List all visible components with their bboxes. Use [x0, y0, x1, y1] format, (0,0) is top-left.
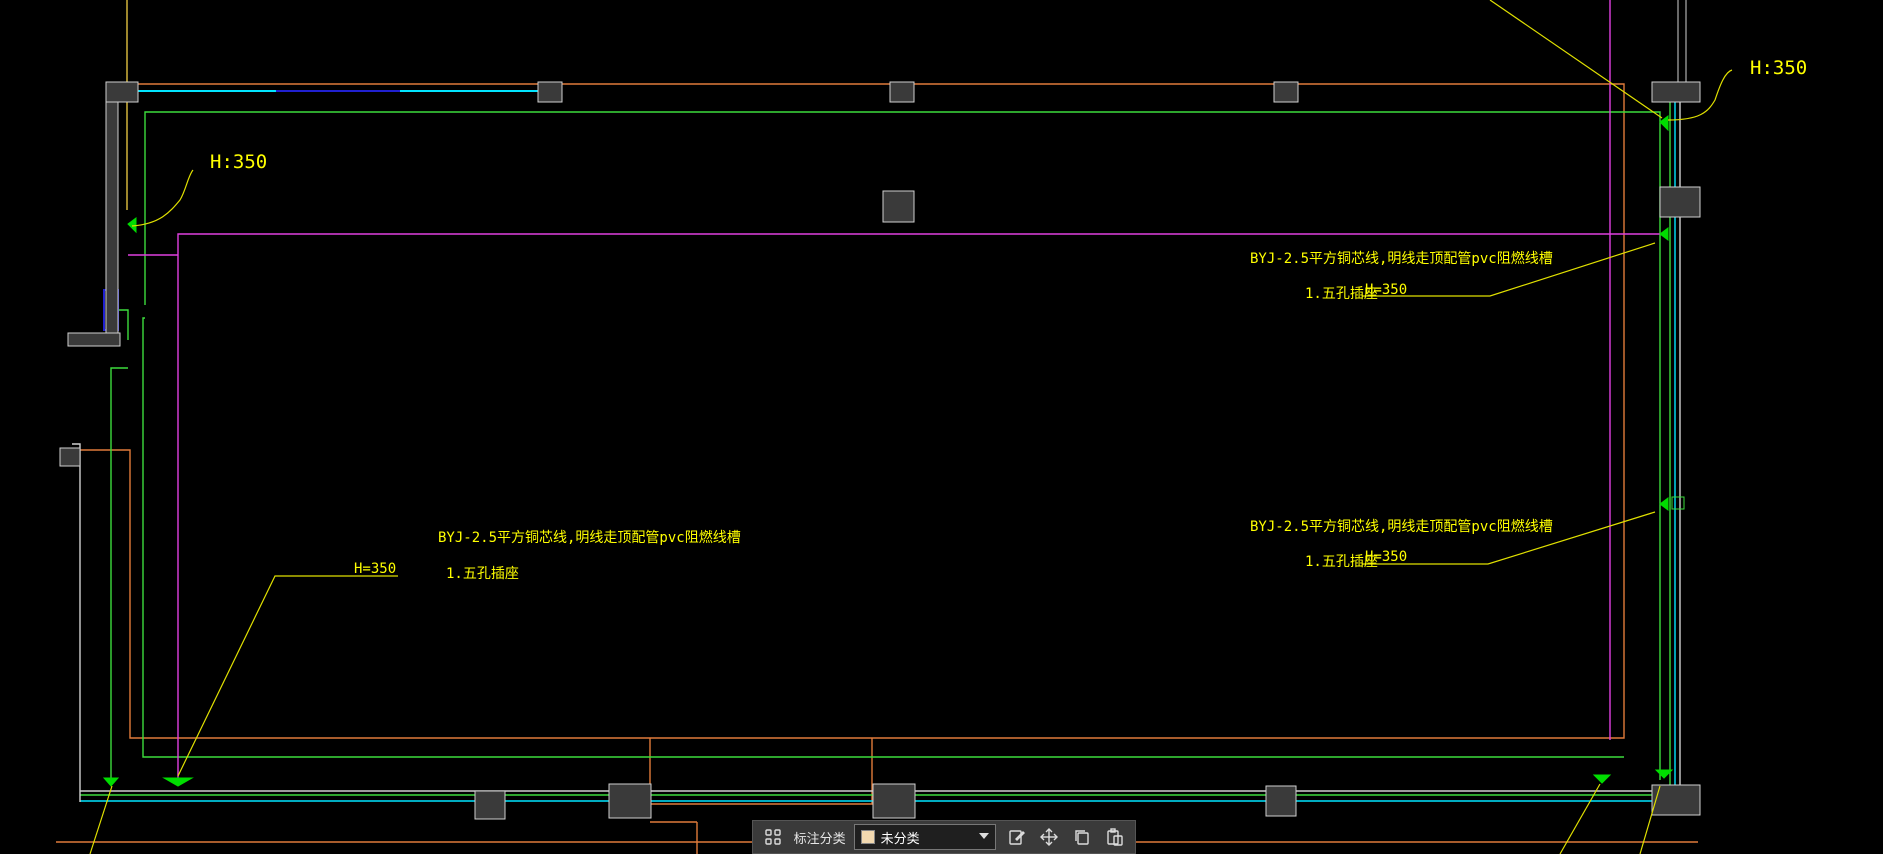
green-wiring — [72, 100, 1681, 802]
annotation-h-top-left: H:350 — [210, 151, 267, 173]
annotation-h-right-2: H=350 — [1365, 549, 1407, 565]
column-top-3 — [1273, 81, 1299, 103]
text-annotations: H:350 H:350 BYJ-2.5平方铜芯线,明线走顶配管pvc阻燃线槽 1… — [210, 57, 1807, 582]
green-left-drop — [110, 367, 128, 780]
paste-icon[interactable] — [1102, 824, 1127, 850]
walls-columns — [59, 0, 1701, 820]
category-label: 标注分类 — [793, 831, 846, 847]
magenta-wiring — [128, 0, 1660, 778]
socket-right-1-icon — [1659, 227, 1669, 241]
wall-left-vertical — [105, 101, 119, 343]
column-top-1 — [537, 81, 563, 103]
column-right-1 — [1659, 186, 1701, 218]
grid-icon[interactable] — [761, 824, 786, 850]
annotation-h-right-1: H=350 — [1365, 282, 1407, 298]
leader-bottom-1 — [89, 785, 113, 854]
column-left-mid — [59, 447, 81, 467]
orange-wiring — [56, 0, 1698, 854]
white-left-wall — [72, 443, 81, 802]
column-bottom-2 — [608, 783, 652, 819]
annotation-socket-left: 1.五孔插座 — [446, 566, 519, 582]
cad-drawing-canvas[interactable]: H:350 H:350 BYJ-2.5平方铜芯线,明线走顶配管pvc阻燃线槽 1… — [0, 0, 1883, 854]
column-bottom-4 — [1265, 785, 1297, 817]
socket-bottom-1-icon — [102, 777, 120, 787]
socket-bottom-3-icon — [1592, 774, 1612, 784]
column-bottom-3 — [872, 783, 916, 819]
category-select[interactable]: 未分类 — [853, 824, 997, 850]
orange-connector — [649, 738, 873, 805]
leader-left-curve — [131, 169, 194, 227]
column-top-right — [1651, 81, 1701, 103]
annotation-toolbar: 标注分类 未分类 — [752, 820, 1136, 854]
column-bottom-1 — [474, 790, 506, 820]
leader-top-right-diagonal — [1489, 0, 1663, 119]
socket-bottom-2-icon — [162, 777, 194, 787]
junction-box-right — [1671, 496, 1685, 510]
copy-icon[interactable] — [1070, 824, 1095, 850]
leader-lines — [89, 0, 1733, 854]
edit-icon[interactable] — [1004, 824, 1029, 850]
column-top-left — [105, 81, 139, 103]
column-top-2 — [889, 81, 915, 103]
window-line — [103, 90, 540, 331]
leader-left — [177, 575, 398, 777]
annotation-wire-right-1: BYJ-2.5平方铜芯线,明线走顶配管pvc阻燃线槽 — [1250, 250, 1553, 267]
orange-loop — [70, 83, 1625, 739]
socket-right-2-icon — [1659, 497, 1669, 511]
annotation-wire-left: BYJ-2.5平方铜芯线,明线走顶配管pvc阻燃线槽 — [438, 529, 741, 546]
leader-bottom-4 — [1639, 785, 1661, 854]
category-value: 未分类 — [880, 831, 920, 847]
chevron-down-icon — [979, 833, 990, 839]
wall-left-horizontal — [67, 332, 121, 347]
socket-left-icon — [127, 217, 137, 234]
annotation-wire-right-2: BYJ-2.5平方铜芯线,明线走顶配管pvc阻燃线槽 — [1250, 518, 1553, 535]
annotation-h-top-right: H:350 — [1750, 57, 1807, 79]
magenta-loop — [177, 233, 1660, 778]
move-icon[interactable] — [1037, 824, 1062, 850]
green-inner — [142, 317, 1624, 758]
column-center — [882, 190, 915, 223]
annotation-h-left: H=350 — [354, 561, 396, 577]
category-color-swatch — [860, 830, 875, 844]
